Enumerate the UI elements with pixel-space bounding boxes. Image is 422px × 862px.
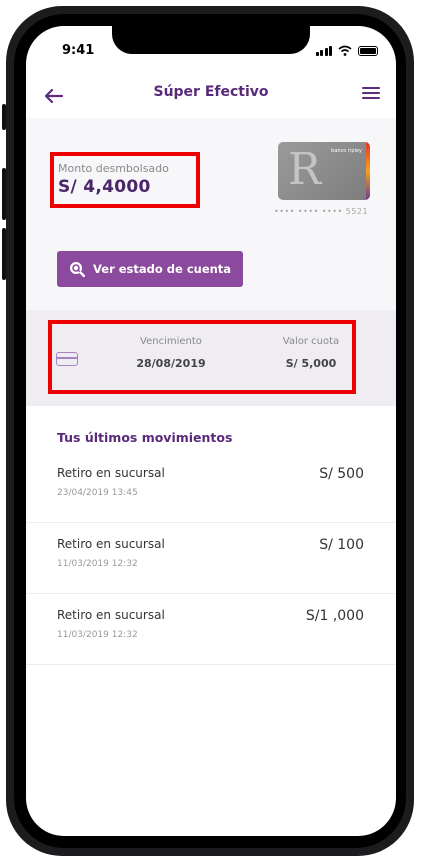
mute-switch: [2, 104, 6, 130]
movement-description: Retiro en sucursal: [57, 608, 165, 622]
status-time: 9:41: [62, 43, 95, 58]
card-stripe: [366, 142, 370, 200]
signal-icon: [315, 46, 332, 56]
movement-description: Retiro en sucursal: [57, 466, 165, 480]
view-statement-label: Ver estado de cuenta: [93, 262, 232, 276]
hamburger-menu-icon[interactable]: [360, 84, 382, 106]
movement-date: 11/03/2019 12:32: [57, 630, 138, 640]
loan-summary: Monto desmbolsado S/ 4,4000 R banco ripl…: [26, 118, 396, 310]
search-icon: [70, 262, 85, 277]
page-title: Súper Efectivo: [153, 84, 269, 100]
movement-row[interactable]: Retiro en sucursal 23/04/2019 13:45 S/ 5…: [26, 452, 396, 523]
movement-description: Retiro en sucursal: [57, 537, 165, 551]
volume-up-button: [2, 168, 6, 220]
movement-row[interactable]: Retiro en sucursal 11/03/2019 12:32 S/ 1…: [26, 523, 396, 594]
amount-value: S/ 4,4000: [58, 177, 151, 197]
notch: [112, 26, 310, 54]
due-info-band: Vencimiento 28/08/2019 Valor cuota S/ 5,…: [26, 310, 396, 406]
due-date-label: Vencimiento: [140, 336, 202, 347]
due-date: Vencimiento 28/08/2019: [126, 336, 216, 370]
status-icons: [315, 42, 378, 56]
movement-date: 11/03/2019 12:32: [57, 559, 138, 569]
card-logo-letter: R: [288, 144, 322, 195]
battery-icon: [358, 46, 378, 56]
movement-date: 23/04/2019 13:45: [57, 488, 138, 498]
view-statement-button[interactable]: Ver estado de cuenta: [57, 251, 243, 287]
movement-row[interactable]: Retiro en sucursal 11/03/2019 12:32 S/1 …: [26, 594, 396, 665]
movement-amount: S/ 500: [319, 466, 364, 482]
movements-title: Tus últimos movimientos: [57, 430, 233, 445]
amount-highlight: Monto desmbolsado S/ 4,4000: [50, 152, 200, 208]
app-screen: 9:41 Súper Efectivo Monto desmbolsado S/…: [26, 26, 396, 836]
credit-card-image: R banco ripley: [278, 142, 370, 200]
credit-card-icon: [56, 352, 78, 366]
installment-label: Valor cuota: [282, 336, 340, 347]
card-brand: banco ripley: [331, 148, 362, 154]
installment-amount: S/ 5,000: [285, 357, 337, 370]
volume-down-button: [2, 228, 6, 280]
movement-amount: S/1 ,000: [305, 608, 364, 624]
app-header: Súper Efectivo: [26, 74, 396, 118]
wifi-icon: [338, 45, 352, 56]
due-date-value: 28/08/2019: [136, 357, 206, 370]
installment-value: Valor cuota S/ 5,000: [266, 336, 356, 370]
card-masked-number: •••• •••• •••• 5521: [274, 207, 369, 216]
movement-amount: S/ 100: [319, 537, 364, 553]
amount-label: Monto desmbolsado: [58, 162, 169, 175]
